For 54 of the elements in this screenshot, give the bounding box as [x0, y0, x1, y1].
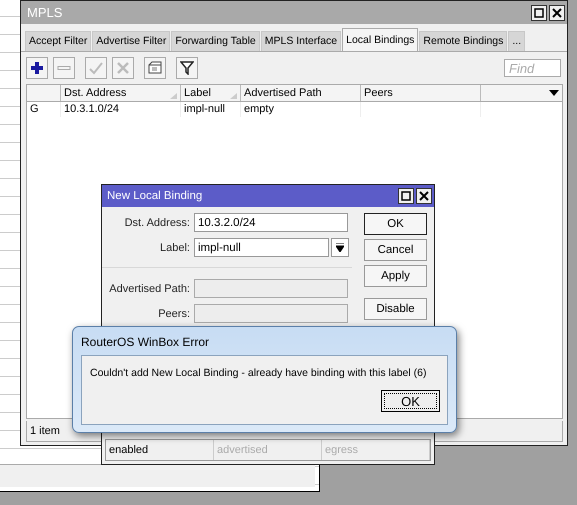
plus-icon — [30, 61, 44, 75]
column-header[interactable]: Label — [181, 85, 241, 101]
cross-icon — [116, 61, 130, 75]
maximize-button[interactable] — [531, 4, 547, 20]
close-button[interactable] — [549, 4, 565, 20]
dropdown-icon — [336, 243, 344, 252]
dropdown-button[interactable] — [331, 238, 349, 257]
window-title: MPLS — [27, 5, 64, 20]
column-header[interactable]: Advertised Path — [241, 85, 361, 101]
field-label: Advertised Path: — [108, 282, 191, 294]
dialog-title: RouterOS WinBox Error — [81, 334, 210, 351]
close-button[interactable] — [416, 188, 432, 204]
tab[interactable]: Forwarding Table — [171, 31, 260, 51]
status-text: egress — [322, 440, 430, 460]
column-header[interactable]: Dst. Address — [61, 85, 181, 101]
tab[interactable]: Accept Filter — [25, 31, 92, 51]
check-icon — [89, 61, 103, 75]
input-field[interactable]: impl-null — [194, 238, 329, 257]
tab[interactable]: Advertise Filter — [92, 31, 170, 51]
dialog-button[interactable]: OK — [364, 213, 427, 235]
dialog-title: New Local Binding — [107, 190, 204, 202]
dialog-button[interactable]: Cancel — [364, 239, 427, 261]
table-cell: impl-null — [181, 102, 241, 117]
dialog-button[interactable]: Disable — [364, 298, 427, 320]
add-button[interactable] — [26, 57, 48, 79]
field-label: Peers: — [157, 308, 191, 320]
field-label: Dst. Address: — [124, 216, 191, 228]
funnel-icon — [180, 61, 194, 75]
filter-button[interactable] — [176, 57, 198, 79]
maximize-button[interactable] — [398, 188, 414, 204]
close-icon — [419, 191, 429, 201]
maximize-icon — [534, 8, 544, 18]
status-text: advertised — [214, 440, 322, 460]
table-cell: 10.3.1.0/24 — [61, 102, 181, 117]
status-text: enabled — [106, 440, 214, 460]
note-icon — [148, 61, 162, 75]
tab[interactable]: Remote Bindings — [419, 31, 508, 51]
tab[interactable]: Local Bindings — [342, 28, 418, 51]
status-text: 1 item — [29, 425, 61, 437]
table-cell: empty — [241, 102, 361, 117]
ok-button[interactable]: OK — [381, 390, 440, 412]
error-message: Couldn't add New Local Binding - already have binding with this label (6) — [90, 366, 428, 380]
dropdown-icon — [549, 90, 559, 96]
tab[interactable]: MPLS Interface — [260, 31, 342, 51]
table-cell: G — [27, 102, 61, 117]
column-header[interactable]: Peers — [361, 85, 481, 101]
dialog-button[interactable]: Apply — [364, 265, 427, 287]
field-label: Label: — [159, 242, 191, 254]
search-field[interactable]: Find — [504, 59, 561, 77]
close-icon — [552, 8, 562, 18]
maximize-icon — [401, 191, 411, 201]
input-field[interactable]: 10.3.2.0/24 — [194, 213, 348, 232]
tab[interactable]: ... — [508, 31, 526, 51]
comment-button[interactable] — [144, 57, 166, 79]
